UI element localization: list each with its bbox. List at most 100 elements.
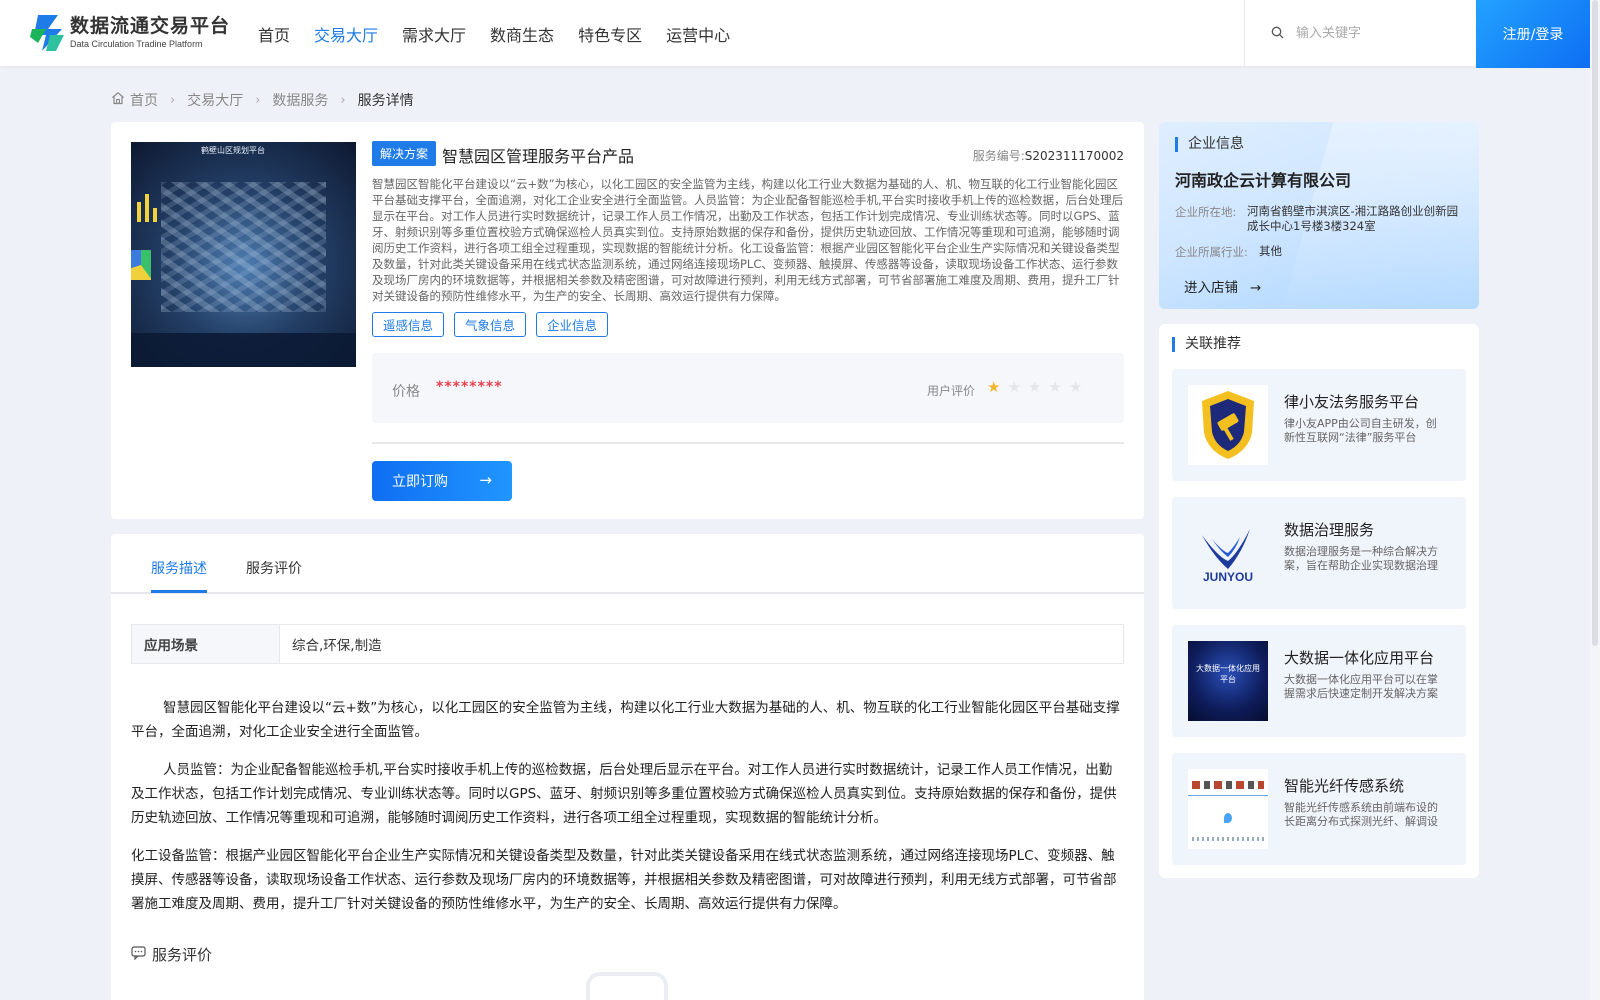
chevron-right-icon: ›	[170, 92, 176, 108]
image-bar	[153, 208, 157, 222]
review-heading-label: 服务评价	[152, 946, 213, 964]
company-industry: 其他	[1259, 244, 1282, 258]
recommend-item[interactable]: 智能光纤传感系统 智能光纤传感系统由前端布设的长距离分布式探测光纤、解调设备	[1172, 753, 1466, 865]
tab-active-indicator	[151, 590, 207, 593]
breadcrumb-data-service[interactable]: 数据服务	[272, 90, 328, 110]
junyou-logo-text: JUNYOU	[1203, 570, 1253, 584]
site-logo[interactable]: 数据流通交易平台 Data Circulation Tradine Platfo…	[28, 13, 230, 53]
rating-stars: ★ ★ ★ ★ ★	[987, 378, 1089, 396]
search-input[interactable]	[1296, 25, 1466, 41]
thumb-ticks	[1192, 837, 1264, 841]
chevron-right-icon: ›	[340, 92, 346, 108]
recommend-item-title: 律小友法务服务平台	[1284, 393, 1420, 411]
arrow-right-icon: →	[479, 471, 492, 489]
thumb-strip	[1192, 781, 1264, 789]
bigdata-platform-thumb: 大数据一体化应用平台	[1188, 641, 1268, 721]
rating-label: 用户评价	[927, 384, 976, 398]
logo-subtitle: Data Circulation Tradine Platform	[70, 39, 203, 49]
image-bottom-panel	[131, 333, 356, 367]
recommend-item-desc: 律小友APP由公司自主研发，创新性互联网“法律”服务平台	[1284, 417, 1437, 444]
tab-service-description[interactable]: 服务描述	[151, 558, 207, 578]
recommend-item-title: 大数据一体化应用平台	[1284, 649, 1435, 667]
detail-panel: 服务描述 服务评价 应用场景 综合,环保,制造 智慧园区智能化平台建设以“云+数…	[111, 534, 1144, 1000]
company-section-title: 企业信息	[1175, 137, 1244, 152]
junyou-logo: JUNYOU	[1188, 513, 1268, 593]
company-card: 企业信息 河南政企云计算有限公司 企业所在地: 河南省鹤壁市淇滨区-湘江路路创业…	[1159, 122, 1479, 309]
image-bar	[137, 202, 141, 222]
buy-now-label: 立即订购	[392, 474, 448, 490]
price-value: ********	[436, 379, 503, 395]
breadcrumb-trading-hall[interactable]: 交易大厅	[187, 90, 243, 110]
service-number-value: S202311170002	[1024, 149, 1124, 163]
image-pie	[131, 250, 151, 280]
description-paragraph: 化工设备监管：根据产业园区智能化平台企业生产实际情况和关键设备类型及数量，针对此…	[131, 848, 1117, 912]
scene-value: 综合,环保,制造	[292, 638, 382, 654]
product-image: 鹤壁山区规划平台	[131, 142, 356, 367]
recommend-item-desc: 数据治理服务是一种综合解决方案，旨在帮助企业实现数据治理	[1284, 545, 1438, 572]
enter-shop-label: 进入店铺	[1184, 280, 1238, 296]
home-icon	[111, 91, 125, 109]
divider	[372, 442, 1124, 444]
description-paragraph: 人员监管：为企业配备智能巡检手机,平台实时接收手机上传的巡检数据，后台处理后显示…	[131, 762, 1117, 826]
recommend-item-desc: 智能光纤传感系统由前端布设的长距离分布式探测光纤、解调设备	[1284, 801, 1438, 828]
recommend-section-title: 关联推荐	[1172, 337, 1241, 352]
nav-operation-center[interactable]: 运营中心	[666, 22, 730, 46]
law-shield-logo	[1188, 385, 1268, 465]
product-tags: 遥感信息 气象信息 企业信息	[372, 312, 618, 337]
scene-label: 应用场景	[132, 625, 280, 663]
nav-home[interactable]: 首页	[258, 22, 290, 46]
nav-special-zone[interactable]: 特色专区	[578, 22, 642, 46]
solution-badge: 解决方案	[372, 141, 437, 166]
image-bar	[145, 194, 149, 222]
recommend-item[interactable]: JUNYOU 数据治理服务 数据治理服务是一种综合解决方案，旨在帮助企业实现数据…	[1172, 497, 1466, 609]
star-icon[interactable]: ★	[1028, 378, 1041, 396]
buy-now-button[interactable]: 立即订购 →	[372, 461, 512, 501]
logo-title: 数据流通交易平台	[70, 15, 231, 37]
recommend-item[interactable]: 大数据一体化应用平台 大数据一体化应用平台 大数据一体化应用平台可以在掌握需求后…	[1172, 625, 1466, 737]
star-icon[interactable]: ★	[987, 378, 1000, 396]
service-number-label: 服务编号:	[972, 149, 1025, 163]
recommend-item[interactable]: 律小友法务服务平台 律小友APP由公司自主研发，创新性互联网“法律”服务平台	[1172, 369, 1466, 481]
tag-enterprise[interactable]: 企业信息	[536, 312, 609, 337]
thumb-line	[1188, 795, 1268, 796]
nav-trading-hall[interactable]: 交易大厅	[314, 22, 378, 46]
recommend-panel: 关联推荐 律小友法务服务平台 律小友APP由公司自主研发，创新性互联网“法律”服…	[1159, 324, 1479, 878]
company-industry-label: 企业所属行业:	[1175, 245, 1248, 259]
service-number: 服务编号:S202311170002	[973, 147, 1124, 164]
comment-icon	[131, 945, 146, 964]
main-nav: 首页 交易大厅 需求大厅 数商生态 特色专区 运营中心	[258, 22, 754, 46]
fiber-sensing-thumb	[1188, 769, 1268, 849]
top-header: 数据流通交易平台 Data Circulation Tradine Platfo…	[0, 0, 1590, 68]
enter-shop-link[interactable]: 进入店铺 →	[1184, 276, 1261, 296]
scene-table: 应用场景 综合,环保,制造	[131, 624, 1124, 664]
breadcrumb-current: 服务详情	[357, 93, 414, 109]
map-pin-icon	[1224, 813, 1232, 823]
star-icon[interactable]: ★	[1007, 378, 1020, 396]
nav-demand-hall[interactable]: 需求大厅	[402, 22, 466, 46]
company-location: 河南省鹤壁市淇滨区-湘江路路创业创新园成长中心1号楼3楼324室	[1247, 204, 1459, 233]
detail-tabs: 服务描述 服务评价	[111, 534, 1144, 594]
tab-service-review[interactable]: 服务评价	[246, 558, 302, 578]
breadcrumb: 首页 › 交易大厅 › 数据服务 › 服务详情	[111, 90, 414, 110]
breadcrumb-home[interactable]: 首页	[130, 90, 158, 110]
nav-ecosystem[interactable]: 数商生态	[490, 22, 554, 46]
company-name: 河南政企云计算有限公司	[1175, 171, 1352, 190]
recommend-item-title: 数据治理服务	[1284, 521, 1375, 539]
login-register-button[interactable]: 注册/登录	[1476, 0, 1590, 68]
recommend-item-title: 智能光纤传感系统	[1284, 777, 1405, 795]
description-paragraph: 智慧园区智能化平台建设以“云+数”为核心，以化工园区的安全监管为主线，构建以化工…	[131, 700, 1120, 740]
search-box	[1244, 0, 1476, 66]
star-icon[interactable]: ★	[1048, 378, 1061, 396]
star-icon[interactable]: ★	[1069, 378, 1082, 396]
page-scrollbar-thumb[interactable]	[1592, 0, 1598, 646]
price-box: 价格 ******** 用户评价 ★ ★ ★ ★ ★	[372, 353, 1124, 423]
tag-remote-sensing[interactable]: 遥感信息	[372, 312, 445, 337]
company-location-label: 企业所在地:	[1175, 205, 1237, 219]
review-heading: 服务评价	[131, 944, 212, 965]
tag-weather[interactable]: 气象信息	[454, 312, 527, 337]
search-icon[interactable]	[1271, 24, 1284, 43]
empty-state-icon	[586, 972, 668, 1000]
product-title: 智慧园区管理服务平台产品	[442, 147, 635, 166]
park-map-graphic	[161, 182, 326, 312]
arrow-right-icon: →	[1250, 280, 1262, 296]
